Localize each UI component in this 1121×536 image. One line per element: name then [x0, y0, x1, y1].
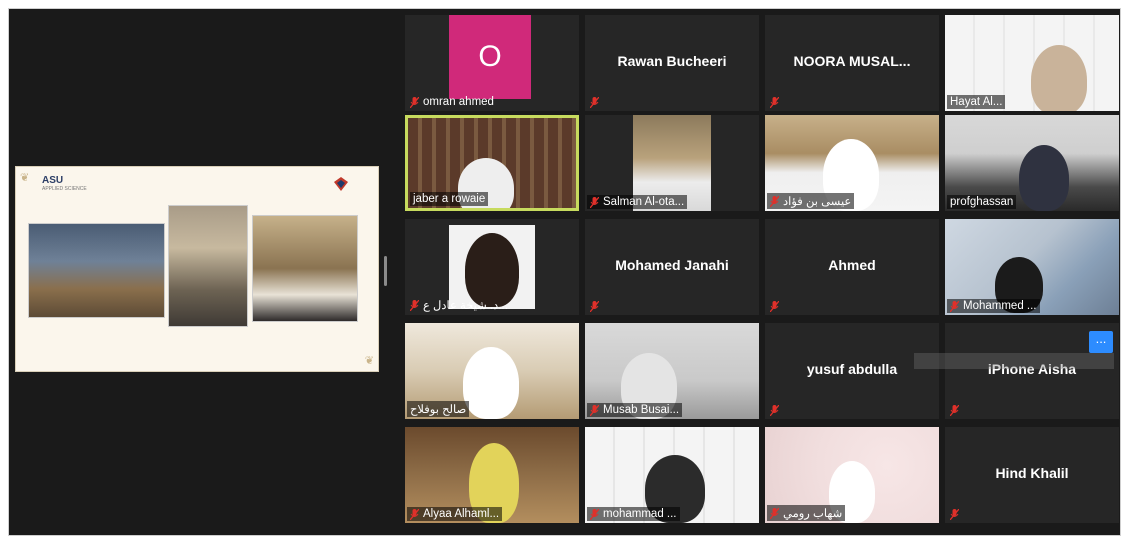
split-divider-handle[interactable] [384, 256, 387, 286]
participant-name: Mohamed Janahi [615, 257, 729, 273]
photo-group [168, 205, 248, 327]
participant-label [767, 404, 786, 417]
participant-label: jaber a rowaie [410, 192, 489, 206]
participant-label [767, 96, 786, 109]
mic-muted-icon [950, 300, 959, 312]
participant-tile[interactable]: د. شيخة عادل ع... [405, 219, 579, 315]
participant-label [947, 508, 966, 521]
emblem-icon [334, 177, 348, 191]
participant-name: Rawan Bucheeri [617, 53, 727, 69]
participant-label: Hayat Al... [947, 95, 1006, 109]
participant-label: Musab Busai... [587, 403, 683, 417]
participant-label: صالح بوفلاح [407, 401, 470, 417]
mic-muted-icon [770, 301, 779, 312]
participant-name: NOORA MUSAL... [793, 53, 911, 69]
participant-label [767, 300, 786, 313]
participant-tile[interactable]: Hayat Al... [945, 15, 1119, 111]
participant-figure [1031, 45, 1087, 111]
participant-label: omran ahmed [407, 95, 497, 109]
mic-muted-icon [950, 509, 959, 520]
participant-label: Salman Al-ota... [587, 195, 688, 209]
participant-tile[interactable]: O omran ahmed [405, 15, 579, 111]
mic-muted-icon [410, 299, 419, 311]
ornament: ❦ [364, 355, 374, 367]
participant-tile[interactable]: mohammad ... [585, 427, 759, 523]
participant-label: Alyaa Alhaml... [407, 507, 503, 521]
participant-name: yusuf abdulla [806, 361, 898, 377]
mic-muted-icon [590, 404, 599, 416]
more-options-button[interactable]: ... [1089, 331, 1113, 353]
participant-tile[interactable]: Alyaa Alhaml... [405, 427, 579, 523]
tooltip-overlay [914, 353, 1114, 369]
participant-tile[interactable]: yusuf abdulla [765, 323, 939, 419]
participant-tile[interactable]: Hind Khalil [945, 427, 1119, 523]
participant-label [587, 300, 606, 313]
participant-tile[interactable]: Mohamed Janahi [585, 219, 759, 315]
participant-name: Hind Khalil [995, 465, 1069, 481]
mic-muted-icon [590, 301, 599, 312]
photo-lecture [28, 223, 165, 318]
participant-label: د. شيخة عادل ع... [407, 297, 511, 313]
mic-muted-icon [590, 97, 599, 108]
participant-tile[interactable]: Musab Busai... [585, 323, 759, 419]
participant-label: mohammad ... [587, 507, 680, 521]
photo-officials [252, 215, 358, 322]
ornament: ❦ [20, 172, 30, 184]
participant-figure [465, 233, 519, 307]
participant-tile[interactable]: Mohammed ... [945, 219, 1119, 315]
participant-label [587, 96, 606, 109]
participant-name: Ahmed [828, 257, 876, 273]
avatar: O [449, 15, 531, 99]
mic-muted-icon [590, 196, 599, 208]
shared-screen[interactable]: ASU APPLIED SCIENCE ❦ ❦ [15, 166, 379, 372]
mic-muted-icon [770, 97, 779, 108]
mic-muted-icon [410, 96, 419, 108]
mic-muted-icon [410, 508, 419, 520]
participant-tile[interactable]: NOORA MUSAL... [765, 15, 939, 111]
participant-tile[interactable]: صالح بوفلاح [405, 323, 579, 419]
mic-muted-icon [770, 405, 779, 416]
participant-figure [1019, 145, 1069, 211]
participant-label: Mohammed ... [947, 299, 1040, 313]
participant-tile[interactable]: عيسى بن فؤاد [765, 115, 939, 211]
mic-muted-icon [770, 195, 779, 207]
mic-muted-icon [590, 508, 599, 520]
mic-muted-icon [950, 405, 959, 416]
asu-logo: ASU APPLIED SCIENCE [42, 175, 87, 192]
participant-tile[interactable]: Salman Al-ota... [585, 115, 759, 211]
participant-tile[interactable]: Rawan Bucheeri [585, 15, 759, 111]
participant-label: عيسى بن فؤاد [767, 193, 855, 209]
participant-figure [463, 347, 519, 419]
participant-tile-active-speaker[interactable]: jaber a rowaie [405, 115, 579, 211]
participant-tile[interactable]: profghassan [945, 115, 1119, 211]
participant-label [947, 404, 966, 417]
participant-tile[interactable]: Ahmed [765, 219, 939, 315]
participant-label: شهاب رومي [767, 505, 846, 521]
participant-tile[interactable]: شهاب رومي [765, 427, 939, 523]
meeting-window: ASU APPLIED SCIENCE ❦ ❦ O omran ahmed Ra… [8, 8, 1121, 536]
mic-muted-icon [770, 507, 779, 519]
participant-label: profghassan [947, 195, 1017, 209]
